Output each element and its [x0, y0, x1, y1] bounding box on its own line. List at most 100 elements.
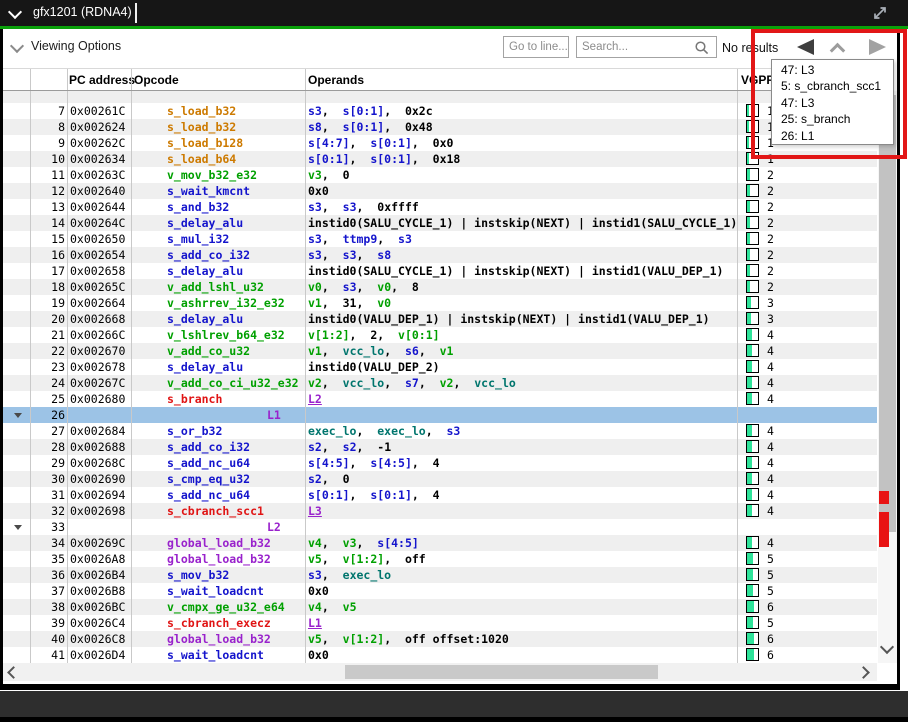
disasm-row[interactable]: 180x00265Cv_add_lshl_u32v0, s3, v0, 82 — [3, 279, 877, 295]
row-number: 30 — [3, 471, 65, 487]
opcode: s_and_b32 — [167, 199, 229, 215]
disasm-row[interactable]: 110x00263Cv_mov_b32_e32v3, 02 — [3, 167, 877, 183]
disasm-row[interactable]: 210x00266Cv_lshlrev_b64_e32v[1:2], 2, v[… — [3, 327, 877, 343]
row-number: 32 — [3, 503, 65, 519]
vertical-scrollbar-thumb[interactable] — [879, 95, 896, 532]
disasm-row[interactable]: 310x002694s_add_nc_u64s[0:1], s[0:1], 44 — [3, 487, 877, 503]
disasm-row[interactable]: 410x0026D4s_wait_loadcnt0x06 — [3, 647, 877, 663]
vgpr-pressure-box — [746, 296, 759, 309]
disasm-row[interactable]: 320x002698s_cbranch_scc1L34 — [3, 503, 877, 519]
disasm-row[interactable]: 300x002690s_cmp_eq_u32s2, 04 — [3, 471, 877, 487]
operands: L2 — [308, 391, 322, 407]
opcode: s_mul_i32 — [167, 231, 229, 247]
tab-title[interactable]: gfx1201 (RDNA4) — [33, 5, 132, 19]
pc-address: 0x002644 — [70, 199, 125, 215]
disasm-row[interactable]: 390x0026C4s_cbranch_execzL15 — [3, 615, 877, 631]
disasm-row[interactable]: 350x0026A8global_load_b32v5, v[1:2], off… — [3, 551, 877, 567]
vgpr-value: 2 — [767, 199, 774, 215]
disasm-row[interactable]: 80x002624s_load_b32s8, s[0:1], 0x481 — [3, 119, 877, 135]
vgpr-value: 2 — [767, 183, 774, 199]
disasm-row[interactable]: 240x00267Cv_add_co_ci_u32_e32v2, vcc_lo,… — [3, 375, 877, 391]
search-icon[interactable] — [694, 40, 710, 56]
disasm-row[interactable]: 400x0026C8global_load_b32v5, v[1:2], off… — [3, 631, 877, 647]
pc-address: 0x0026BC — [70, 599, 125, 615]
opcode: s_add_nc_u64 — [167, 455, 250, 471]
code-label: L2 — [267, 519, 281, 535]
collapse-triangle-icon[interactable] — [14, 525, 22, 530]
disasm-row[interactable]: 130x002644s_and_b32s3, s3, 0xffff2 — [3, 199, 877, 215]
vgpr-pressure-box — [746, 504, 759, 517]
disasm-row[interactable]: 160x002654s_add_co_i32s3, s3, s82 — [3, 247, 877, 263]
disasm-row[interactable]: 230x002678s_delay_aluinstid0(VALU_DEP_2)… — [3, 359, 877, 375]
row-number: 26 — [3, 407, 65, 423]
vgpr-pressure-box — [746, 264, 759, 277]
disasm-row[interactable]: 70x00261Cs_load_b32s3, s[0:1], 0x2c1 — [3, 103, 877, 119]
row-number: 21 — [3, 327, 65, 343]
disasm-row[interactable]: 170x002658s_delay_aluinstid0(SALU_CYCLE_… — [3, 263, 877, 279]
disasm-row-partial[interactable] — [3, 91, 877, 103]
vgpr-value: 2 — [767, 167, 774, 183]
goto-line-input[interactable] — [503, 36, 569, 58]
disasm-row[interactable]: 140x00264Cs_delay_aluinstid0(SALU_CYCLE_… — [3, 215, 877, 231]
opcode: v_add_lshl_u32 — [167, 279, 264, 295]
tab-chevron-down-icon[interactable] — [8, 5, 22, 19]
vgpr-pressure-box — [746, 328, 759, 341]
vgpr-pressure-bar — [747, 633, 754, 644]
vgpr-pressure-bar — [747, 393, 752, 404]
vgpr-pressure-bar — [747, 313, 751, 324]
vgpr-pressure-box — [746, 168, 759, 181]
opcode: s_mov_b32 — [167, 567, 229, 583]
vgpr-pressure-bar — [747, 601, 754, 612]
disasm-row[interactable]: 120x002640s_wait_kmcnt0x02 — [3, 183, 877, 199]
vgpr-pressure-box — [746, 568, 759, 581]
disasm-row[interactable]: 100x002634s_load_b64s[0:1], s[0:1], 0x18… — [3, 151, 877, 167]
vgpr-pressure-bar — [747, 617, 753, 628]
vgpr-pressure-box — [746, 648, 759, 661]
opcode: s_add_co_i32 — [167, 439, 250, 455]
disasm-row[interactable]: 270x002684s_or_b32exec_lo, exec_lo, s34 — [3, 423, 877, 439]
disasm-row[interactable]: 360x0026B4s_mov_b32s3, exec_lo5 — [3, 567, 877, 583]
operands: s[0:1], s[0:1], 0x18 — [308, 151, 460, 167]
disasm-row[interactable]: 290x00268Cs_add_nc_u64s[4:5], s[4:5], 44 — [3, 455, 877, 471]
disasm-row[interactable]: 380x0026BCv_cmpx_ge_u32_e64v4, v56 — [3, 599, 877, 615]
scroll-right-icon[interactable] — [857, 666, 870, 679]
disasm-row[interactable]: 190x002664v_ashrrev_i32_e32v1, 31, v03 — [3, 295, 877, 311]
opcode: v_ashrrev_i32_e32 — [167, 295, 285, 311]
row-number: 31 — [3, 487, 65, 503]
viewing-options-chevron-icon[interactable] — [10, 39, 24, 53]
vgpr-value: 2 — [767, 215, 774, 231]
label-row[interactable]: 33L2 — [3, 519, 877, 535]
disasm-row[interactable]: 370x0026B8s_wait_loadcnt0x05 — [3, 583, 877, 599]
disasm-row[interactable]: 90x00262Cs_load_b128s[4:7], s[0:1], 0x01 — [3, 135, 877, 151]
row-number: 27 — [3, 423, 65, 439]
expand-icon[interactable] — [871, 4, 889, 22]
opcode: s_delay_alu — [167, 311, 243, 327]
disasm-row[interactable]: 220x002670v_add_co_u32v1, vcc_lo, s6, v1… — [3, 343, 877, 359]
scroll-down-icon[interactable] — [880, 640, 894, 654]
vgpr-pressure-box — [746, 392, 759, 405]
collapse-triangle-icon[interactable] — [14, 413, 22, 418]
disasm-row[interactable]: 340x00269Cglobal_load_b32v4, v3, s[4:5]4 — [3, 535, 877, 551]
vertical-scrollbar[interactable] — [878, 91, 897, 663]
pc-address: 0x002678 — [70, 359, 125, 375]
scroll-left-icon[interactable] — [7, 666, 20, 679]
row-number: 24 — [3, 375, 65, 391]
column-divider — [67, 69, 68, 90]
horizontal-scrollbar-thumb[interactable] — [345, 665, 658, 679]
opcode: v_lshlrev_b64_e32 — [167, 327, 285, 343]
vgpr-pressure-bar — [747, 185, 750, 196]
pc-address: 0x002650 — [70, 231, 125, 247]
horizontal-scrollbar[interactable] — [3, 663, 877, 681]
vgpr-pressure-bar — [747, 361, 752, 372]
vgpr-pressure-bar — [747, 377, 752, 388]
vgpr-value: 4 — [767, 359, 774, 375]
disasm-row[interactable]: 150x002650s_mul_i32s3, ttmp9, s32 — [3, 231, 877, 247]
disasm-row[interactable]: 280x002688s_add_co_i32s2, s2, -14 — [3, 439, 877, 455]
row-number: 38 — [3, 599, 65, 615]
disasm-row[interactable]: 200x002668s_delay_aluinstid0(VALU_DEP_1)… — [3, 311, 877, 327]
pc-address: 0x00268C — [70, 455, 125, 471]
viewing-options-label[interactable]: Viewing Options — [31, 39, 121, 53]
disasm-row[interactable]: 250x002680s_branchL24 — [3, 391, 877, 407]
label-row[interactable]: 26L1 — [3, 407, 877, 423]
row-number: 23 — [3, 359, 65, 375]
